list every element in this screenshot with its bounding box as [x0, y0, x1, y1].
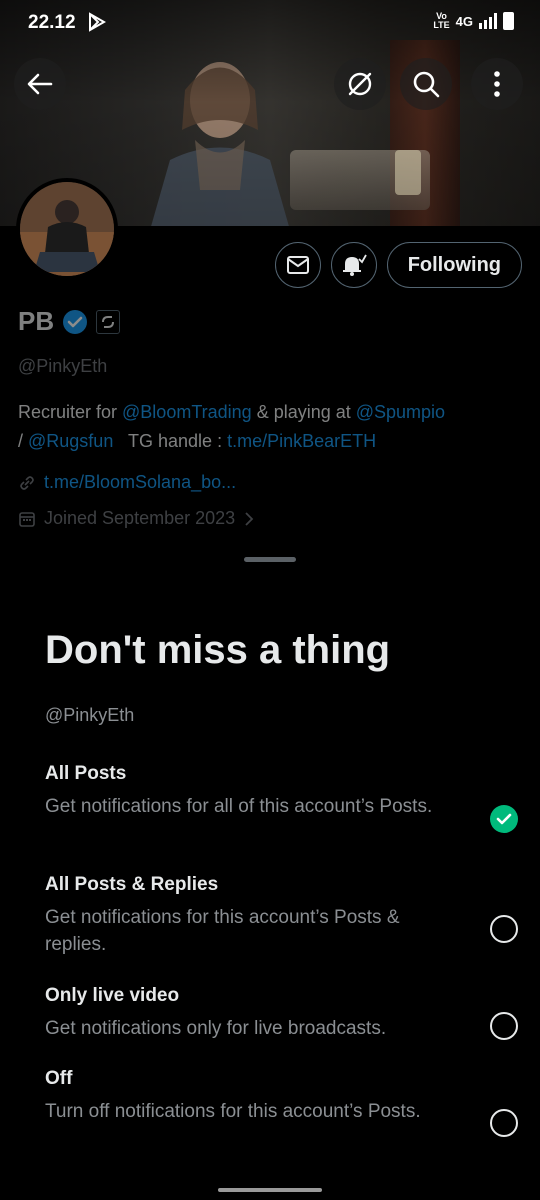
battery-icon: [503, 12, 514, 30]
website-link[interactable]: t.me/BloomSolana_bo...: [44, 472, 236, 493]
radio-all-posts-replies[interactable]: [490, 915, 518, 943]
bio-text: TG handle :: [113, 431, 228, 451]
volte-icon: Vo LTE: [433, 11, 450, 30]
sheet-drag-handle[interactable]: [244, 557, 296, 562]
banner-figure: [151, 62, 289, 226]
mention-link[interactable]: @Spumpio: [356, 402, 445, 422]
display-name: PB: [18, 306, 55, 336]
joined-date: Joined September 2023: [44, 508, 236, 528]
bio-text: & playing at: [251, 402, 356, 422]
sheet-title: Don't miss a thing: [45, 628, 391, 672]
profile-bio: Recruiter for @BloomTrading & playing at…: [18, 398, 518, 456]
link-icon: [20, 475, 34, 490]
avatar-image: [20, 182, 114, 276]
home-indicator[interactable]: [218, 1188, 322, 1192]
option-only-live-video[interactable]: Only live video Get notifications only f…: [45, 985, 515, 1042]
banner-bed: [290, 150, 430, 210]
bio-text: /: [18, 431, 29, 451]
mention-link[interactable]: @Rugsfun: [28, 431, 113, 451]
profile-actions: Following: [274, 242, 522, 288]
option-title: Only live video: [45, 985, 180, 1006]
signal-icon: [479, 13, 497, 29]
back-button[interactable]: [14, 58, 66, 110]
notification-settings-sheet: Don't miss a thing @PinkyEth All Posts G…: [0, 540, 540, 1200]
radio-all-posts[interactable]: [490, 805, 518, 833]
name-row: PB: [18, 306, 121, 337]
option-all-posts-replies[interactable]: All Posts & Replies Get notifications fo…: [45, 874, 515, 958]
avatar[interactable]: [16, 178, 118, 280]
play-store-icon: [89, 12, 106, 32]
chevron-right-icon: [245, 511, 254, 526]
option-description: Get notifications only for live broadcas…: [45, 1018, 387, 1039]
mention-link[interactable]: @BloomTrading: [122, 402, 252, 422]
status-time: 22.12: [28, 12, 76, 33]
check-icon: [496, 813, 512, 825]
banner-candle: [395, 150, 421, 195]
search-icon: [413, 71, 440, 98]
option-description: Get notifications for all of this accoun…: [45, 796, 433, 817]
affiliation-badge-icon[interactable]: [96, 309, 121, 334]
option-title: Off: [45, 1068, 73, 1089]
network-type: 4G: [455, 13, 473, 29]
option-description: Turn off notifications for this account’…: [45, 1101, 421, 1122]
grok-button[interactable]: [334, 58, 386, 110]
radio-off[interactable]: [490, 1109, 518, 1137]
following-button[interactable]: Following: [386, 242, 522, 288]
notifications-button[interactable]: [330, 242, 377, 288]
profile-handle: @PinkyEth: [18, 356, 108, 376]
more-vertical-icon: [494, 71, 500, 97]
radio-only-live-video[interactable]: [490, 1012, 518, 1040]
option-title: All Posts: [45, 763, 127, 784]
calendar-icon: [19, 511, 35, 527]
grok-icon: [348, 72, 372, 96]
website-row: t.me/BloomSolana_bo...: [18, 472, 236, 493]
more-options-button[interactable]: [471, 58, 523, 110]
message-button[interactable]: [274, 242, 321, 288]
search-button[interactable]: [400, 58, 452, 110]
status-indicators: Vo LTE 4G: [433, 12, 514, 30]
back-arrow-icon: [27, 73, 53, 95]
status-bar: 22.12 Vo LTE 4G: [0, 0, 540, 46]
joined-row: Joined September 2023: [18, 508, 255, 529]
bell-check-icon: [342, 254, 367, 276]
mail-icon: [286, 256, 309, 274]
option-off[interactable]: Off Turn off notifications for this acco…: [45, 1068, 515, 1125]
option-title: All Posts & Replies: [45, 874, 219, 895]
bio-url-link[interactable]: t.me/PinkBearETH: [227, 431, 376, 451]
sheet-handle: @PinkyEth: [45, 705, 135, 725]
verified-badge-icon: [63, 309, 88, 334]
option-description: Get notifications for this account’s Pos…: [45, 907, 400, 955]
option-all-posts[interactable]: All Posts Get notifications for all of t…: [45, 763, 515, 820]
bio-text: Recruiter for: [18, 402, 123, 422]
